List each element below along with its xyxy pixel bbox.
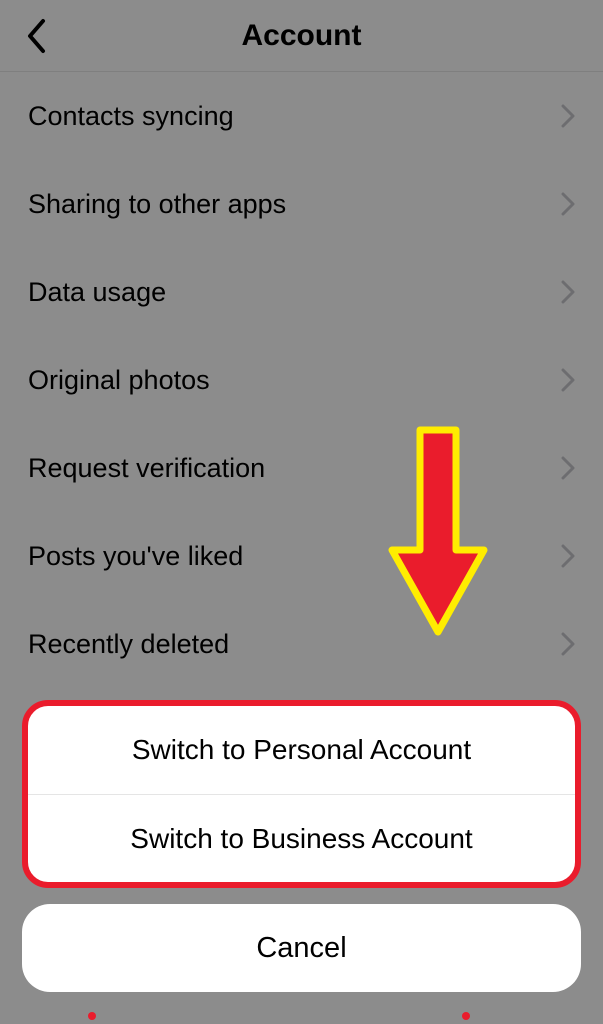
- action-option-label: Switch to Business Account: [130, 823, 472, 855]
- annotation-arrow: [388, 422, 488, 642]
- red-dot-icon: [462, 1012, 470, 1020]
- action-option-label: Switch to Personal Account: [132, 734, 471, 766]
- action-sheet-group: Switch to Personal Account Switch to Bus…: [22, 700, 581, 888]
- arrow-down-icon: [388, 422, 488, 642]
- red-dot-icon: [88, 1012, 96, 1020]
- action-sheet: Switch to Personal Account Switch to Bus…: [0, 700, 603, 1024]
- cancel-button-label: Cancel: [256, 932, 346, 965]
- cancel-button[interactable]: Cancel: [22, 904, 581, 992]
- switch-to-personal-account-option[interactable]: Switch to Personal Account: [28, 706, 575, 794]
- switch-to-business-account-option[interactable]: Switch to Business Account: [28, 794, 575, 882]
- bottom-indicator-dots: [0, 1012, 603, 1020]
